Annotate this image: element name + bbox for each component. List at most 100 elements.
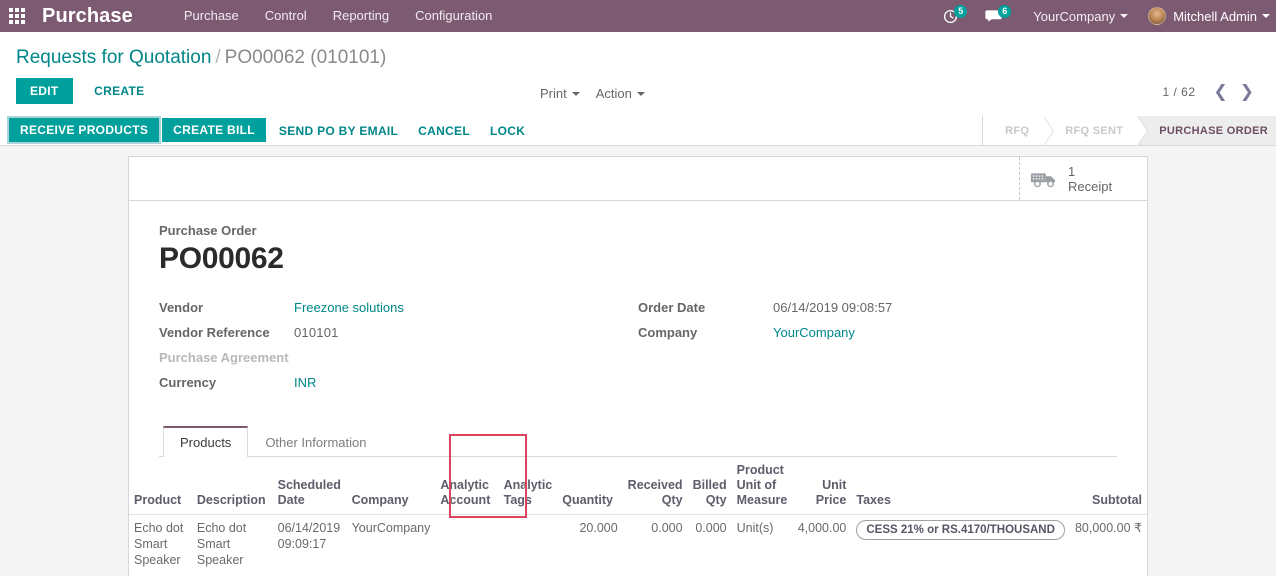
- receipt-smart-button[interactable]: 1 Receipt: [1019, 157, 1147, 200]
- chevron-down-icon: [1262, 14, 1270, 18]
- cp-dropdown-group: Print Action: [532, 83, 653, 104]
- status-stage-rfq-sent-label: RFQ SENT: [1065, 124, 1124, 137]
- activity-menu[interactable]: 5: [943, 5, 968, 24]
- main-menu: Purchase Control Reporting Configuration: [171, 0, 506, 32]
- control-panel-actions: EDIT CREATE Print Action 1 / 62 ❮ ❯: [16, 78, 1260, 116]
- breadcrumb: Requests for Quotation / PO00062 (010101): [16, 32, 1260, 70]
- cell-taxes[interactable]: CESS 21% or RS.4170/THOUSAND: [851, 515, 1070, 574]
- tab-products[interactable]: Products: [163, 426, 249, 457]
- company-switcher-label: YourCompany: [1033, 8, 1116, 24]
- col-product: Product: [129, 457, 192, 515]
- apps-grid-icon[interactable]: [0, 0, 34, 32]
- status-stage-rfq[interactable]: RFQ: [982, 116, 1055, 146]
- status-stages: RFQ RFQ SENT PURCHASE ORDER: [982, 116, 1276, 146]
- chevron-right-icon[interactable]: ❯: [1234, 83, 1260, 101]
- cell-billed-qty[interactable]: 0.000: [688, 515, 732, 574]
- field-vendor-value[interactable]: Freezone solutions: [294, 300, 404, 315]
- cell-quantity[interactable]: 20.000: [557, 515, 622, 574]
- messaging-menu[interactable]: 6: [985, 5, 1012, 23]
- avatar: [1148, 7, 1167, 25]
- chevron-left-icon[interactable]: ❮: [1208, 83, 1234, 101]
- create-button[interactable]: CREATE: [84, 78, 154, 104]
- pager: 1 / 62 ❮ ❯: [1162, 83, 1260, 101]
- field-purchase-agreement: Purchase Agreement: [159, 350, 638, 365]
- menu-item-control[interactable]: Control: [252, 0, 320, 32]
- field-currency-label: Currency: [159, 375, 217, 390]
- notebook-tabs: Products Other Information: [159, 426, 1117, 457]
- breadcrumb-root[interactable]: Requests for Quotation: [16, 47, 211, 68]
- print-dropdown-label: Print: [540, 86, 567, 101]
- receive-products-button[interactable]: RECEIVE PRODUCTS: [9, 118, 160, 142]
- menu-item-purchase[interactable]: Purchase: [171, 0, 252, 32]
- col-company: Company: [346, 457, 436, 515]
- field-vendor: Vendor Freezone solutions: [159, 300, 638, 315]
- order-lines-table-wrap: Product Description Scheduled Date Compa…: [129, 457, 1147, 573]
- cell-unit-price[interactable]: 4,000.00: [792, 515, 851, 574]
- messages-badge: 6: [998, 5, 1012, 18]
- cancel-button[interactable]: CANCEL: [408, 116, 480, 145]
- status-stage-rfq-sent[interactable]: RFQ SENT: [1043, 116, 1149, 146]
- notebook: Products Other Information: [159, 426, 1117, 457]
- cell-product-uom[interactable]: Unit(s): [732, 515, 793, 574]
- status-stage-rfq-label: RFQ: [1005, 124, 1030, 137]
- col-analytic-tags: Analytic Tags: [498, 457, 558, 515]
- col-received-qty: Received Qty: [622, 457, 688, 515]
- col-subtotal: Subtotal: [1069, 457, 1147, 515]
- tab-other-information[interactable]: Other Information: [248, 426, 383, 457]
- col-unit-price: Unit Price: [792, 457, 852, 515]
- col-description: Description: [191, 457, 273, 515]
- status-stage-purchase-order-label: PURCHASE ORDER: [1159, 124, 1268, 137]
- cell-received-qty[interactable]: 0.000: [623, 515, 688, 574]
- receipt-label: Receipt: [1068, 178, 1113, 194]
- cell-product[interactable]: Echo dot Smart Speaker: [129, 515, 192, 574]
- field-company-value[interactable]: YourCompany: [773, 325, 855, 340]
- col-product-uom: Product Unit of Measure: [731, 457, 793, 515]
- form-body: Purchase Order PO00062 Vendor Freezone s…: [129, 201, 1147, 457]
- field-currency-value[interactable]: INR: [294, 375, 316, 390]
- content-area: 1 Receipt Purchase Order PO00062 Vendor …: [0, 146, 1276, 576]
- order-lines-table: Product Description Scheduled Date Compa…: [129, 457, 1147, 573]
- send-po-by-email-button[interactable]: SEND PO BY EMAIL: [269, 116, 408, 145]
- top-navbar: Purchase Purchase Control Reporting Conf…: [0, 0, 1276, 32]
- breadcrumb-separator: /: [215, 47, 221, 68]
- field-order-date: Order Date 06/14/2019 09:08:57: [638, 300, 1117, 315]
- cell-description[interactable]: Echo dot Smart Speaker: [192, 515, 273, 574]
- form-subtitle: Purchase Order: [159, 223, 257, 238]
- create-bill-button[interactable]: CREATE BILL: [162, 118, 266, 142]
- cell-analytic-account[interactable]: [435, 515, 498, 574]
- table-row[interactable]: Echo dot Smart Speaker Echo dot Smart Sp…: [129, 515, 1147, 574]
- menu-item-reporting[interactable]: Reporting: [320, 0, 402, 32]
- navbar-right-group: 5 6 YourCompany Mitchell Admin: [937, 0, 1276, 32]
- lock-button[interactable]: LOCK: [480, 116, 535, 145]
- print-dropdown[interactable]: Print: [532, 83, 588, 104]
- form-sheet: 1 Receipt Purchase Order PO00062 Vendor …: [128, 156, 1148, 576]
- chevron-down-icon: [571, 91, 580, 96]
- breadcrumb-current: PO00062 (010101): [224, 47, 387, 68]
- form-field-groups: Vendor Freezone solutions Vendor Referen…: [159, 300, 1117, 400]
- field-purchase-agreement-label: Purchase Agreement: [159, 350, 289, 365]
- pager-value: 1 / 62: [1162, 85, 1196, 99]
- status-stage-purchase-order[interactable]: PURCHASE ORDER: [1137, 116, 1276, 145]
- col-scheduled-date: Scheduled Date: [272, 457, 347, 515]
- smart-button-box: 1 Receipt: [129, 157, 1147, 201]
- menu-item-configuration[interactable]: Configuration: [402, 0, 505, 32]
- field-vendor-label: Vendor: [159, 300, 204, 315]
- action-dropdown[interactable]: Action: [588, 83, 653, 104]
- cell-analytic-tags[interactable]: [499, 515, 558, 574]
- chevron-down-icon: [636, 91, 645, 96]
- tax-badge: CESS 21% or RS.4170/THOUSAND: [856, 520, 1065, 540]
- field-vendor-reference-value[interactable]: 010101: [294, 325, 339, 340]
- field-company-label: Company: [638, 325, 698, 340]
- field-currency: Currency INR: [159, 375, 638, 390]
- col-billed-qty: Billed Qty: [687, 457, 732, 515]
- edit-button[interactable]: EDIT: [16, 78, 73, 104]
- cell-scheduled-date[interactable]: 06/14/2019 09:09:17: [273, 515, 347, 574]
- field-order-date-value[interactable]: 06/14/2019 09:08:57: [773, 300, 892, 315]
- user-menu[interactable]: Mitchell Admin: [1148, 7, 1270, 25]
- cell-company[interactable]: YourCompany: [347, 515, 436, 574]
- app-brand-title[interactable]: Purchase: [34, 5, 139, 28]
- chevron-down-icon: [1120, 14, 1129, 18]
- table-header-row: Product Description Scheduled Date Compa…: [129, 457, 1147, 515]
- form-group-left: Vendor Freezone solutions Vendor Referen…: [159, 300, 638, 400]
- company-switcher[interactable]: YourCompany: [1033, 8, 1129, 24]
